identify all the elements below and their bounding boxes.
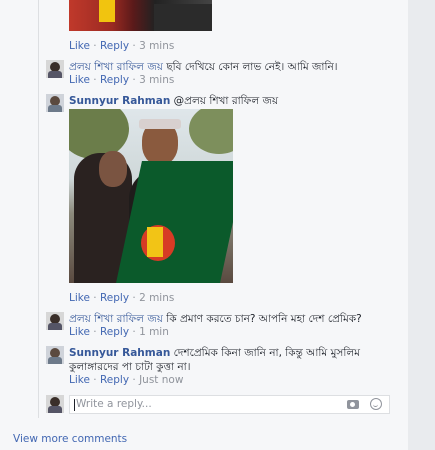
photo-flag-map (147, 227, 163, 257)
timestamp[interactable]: 2 mins (139, 292, 174, 304)
separator: · (89, 40, 100, 52)
separator: · (129, 374, 140, 386)
photo-shirt-detail (154, 4, 212, 31)
reply-placeholder: Write a reply... (76, 398, 152, 410)
comment-body: Sunnyur Rahman দেশপ্রেমিক কিনা জানি না, … (69, 346, 404, 374)
attached-photo[interactable] (69, 109, 233, 283)
separator: · (89, 292, 100, 304)
reply-link[interactable]: Reply (100, 40, 129, 52)
current-user-avatar[interactable] (46, 395, 64, 413)
scrollbar[interactable] (418, 0, 435, 450)
like-link[interactable]: Like (69, 292, 90, 304)
comment-body: Sunnyur Rahman @প্রলয় শিখা রাফিল জয় (69, 94, 399, 108)
comment-body: প্রলয় শিখা রাফিল জয় কি প্রমাণ করতে চান… (69, 312, 399, 326)
mention[interactable]: @প্রলয় শিখা রাফিল জয় (174, 95, 278, 107)
separator: · (129, 40, 140, 52)
like-link[interactable]: Like (69, 374, 90, 386)
comment-actions: Like · Reply · 1 min (69, 326, 169, 338)
photo-tree (69, 109, 129, 159)
photo-headband (139, 119, 181, 129)
view-more-comments-link[interactable]: View more comments (13, 433, 127, 445)
avatar-body (48, 323, 62, 330)
comment-text: কি প্রমাণ করতে চান? আপনি মহা দেশ প্রেমিক… (166, 313, 362, 325)
like-link[interactable]: Like (69, 326, 90, 338)
avatar[interactable] (46, 312, 64, 330)
attached-photo-top[interactable] (69, 0, 212, 31)
like-link[interactable]: Like (69, 74, 90, 86)
separator: · (129, 292, 140, 304)
comment-author[interactable]: Sunnyur Rahman (69, 95, 170, 107)
comment-actions: Like · Reply · Just now (69, 374, 183, 386)
reply-input[interactable]: Write a reply... (69, 395, 390, 414)
comment-actions: Like · Reply · 3 mins (69, 74, 174, 86)
timestamp[interactable]: 3 mins (139, 40, 174, 52)
reply-link[interactable]: Reply (100, 74, 129, 86)
separator: · (129, 74, 140, 86)
camera-icon[interactable] (347, 400, 359, 409)
avatar-body (48, 71, 62, 78)
avatar[interactable] (46, 94, 64, 112)
smiley-icon[interactable] (370, 398, 382, 410)
separator: · (89, 326, 100, 338)
photo-tree (189, 109, 233, 154)
timestamp[interactable]: 1 min (139, 326, 169, 338)
reply-link[interactable]: Reply (100, 292, 129, 304)
separator: · (89, 74, 100, 86)
comment-actions: Like · Reply · 2 mins (69, 292, 174, 304)
avatar[interactable] (46, 60, 64, 78)
like-link[interactable]: Like (69, 40, 90, 52)
reply-link[interactable]: Reply (100, 374, 129, 386)
avatar-body (48, 406, 62, 413)
comment-body: প্রলয় শিখা রাফিল জয় ছবি দেখিয়ে কোন লা… (69, 60, 399, 74)
reply-link[interactable]: Reply (100, 326, 129, 338)
avatar-body (48, 357, 62, 364)
avatar-body (48, 105, 62, 112)
comment-author[interactable]: Sunnyur Rahman (69, 347, 170, 359)
avatar[interactable] (46, 346, 64, 364)
comment-text: ছবি দেখিয়ে কোন লাভ নেই। আমি জানি। (166, 61, 338, 73)
text-caret (74, 399, 75, 411)
photo-flag (116, 161, 233, 283)
separator: · (129, 326, 140, 338)
reply-thread-line (38, 0, 39, 418)
comment-author[interactable]: প্রলয় শিখা রাফিল জয় (69, 61, 163, 73)
photo-flag-detail (99, 0, 115, 22)
timestamp[interactable]: 3 mins (139, 74, 174, 86)
timestamp[interactable]: Just now (139, 374, 183, 386)
photo-face (99, 151, 127, 187)
comment-author[interactable]: প্রলয় শিখা রাফিল জয় (69, 313, 163, 325)
separator: · (89, 374, 100, 386)
comment-actions: Like · Reply · 3 mins (69, 40, 174, 52)
